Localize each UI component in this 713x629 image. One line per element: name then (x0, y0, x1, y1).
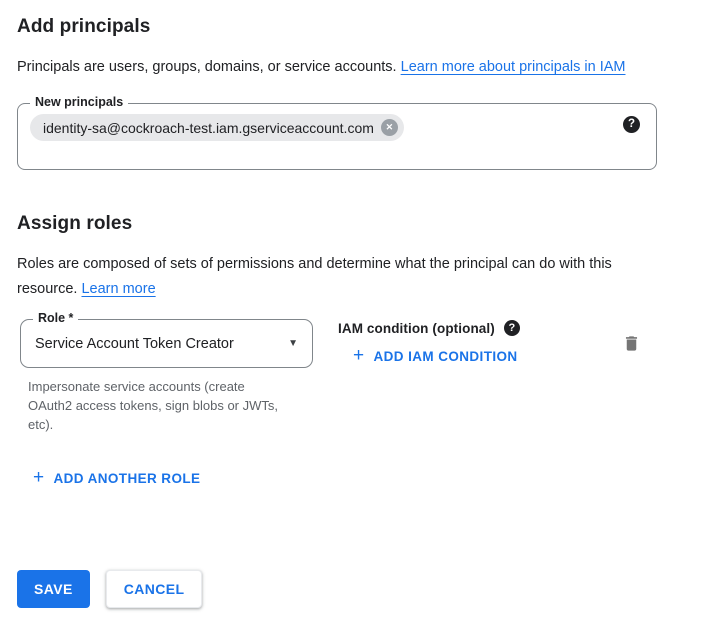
roles-description: Roles are composed of sets of permission… (17, 252, 619, 302)
assign-roles-title: Assign roles (17, 213, 696, 235)
add-iam-condition-button[interactable]: + ADD IAM CONDITION (353, 349, 518, 364)
principals-description: Principals are users, groups, domains, o… (17, 55, 651, 80)
principal-chip-value: identity-sa@cockroach-test.iam.gservicea… (43, 120, 374, 136)
add-iam-condition-label: ADD IAM CONDITION (374, 349, 518, 364)
learn-more-principals-link[interactable]: Learn more about principals in IAM (401, 59, 626, 75)
add-another-role-button[interactable]: + ADD ANOTHER ROLE (33, 471, 200, 486)
role-helper-text: Impersonate service accounts (create OAu… (20, 377, 285, 434)
iam-condition-label: IAM condition (optional) (338, 321, 495, 336)
save-button[interactable]: SAVE (17, 570, 90, 608)
principals-description-text: Principals are users, groups, domains, o… (17, 59, 397, 75)
role-label: Role * (33, 311, 78, 326)
close-icon: ✕ (386, 123, 394, 132)
role-select[interactable]: Role * Service Account Token Creator ▼ (20, 319, 313, 368)
page-title: Add principals (17, 0, 696, 38)
help-icon[interactable]: ? (623, 116, 640, 133)
help-icon[interactable]: ? (504, 320, 520, 336)
cancel-button[interactable]: CANCEL (106, 570, 203, 608)
role-row: Role * Service Account Token Creator ▼ I… (20, 319, 696, 434)
role-selected-value: Service Account Token Creator (35, 336, 288, 352)
new-principals-label: New principals (30, 95, 128, 110)
add-principals-panel: Add principals Principals are users, gro… (0, 0, 713, 629)
trash-icon (622, 333, 641, 354)
delete-role-button[interactable] (622, 333, 641, 354)
remove-principal-button[interactable]: ✕ (381, 119, 398, 136)
iam-condition-column: IAM condition (optional) ? + ADD IAM CON… (338, 319, 520, 367)
role-column: Role * Service Account Token Creator ▼ I… (20, 319, 316, 434)
plus-icon: + (33, 471, 45, 485)
principal-chip[interactable]: identity-sa@cockroach-test.iam.gservicea… (30, 114, 404, 141)
learn-more-roles-link[interactable]: Learn more (81, 281, 155, 297)
action-buttons: SAVE CANCEL (17, 570, 202, 608)
plus-icon: + (353, 349, 365, 363)
add-another-role-label: ADD ANOTHER ROLE (54, 471, 201, 486)
new-principals-field[interactable]: New principals identity-sa@cockroach-tes… (17, 103, 657, 170)
chevron-down-icon: ▼ (288, 339, 298, 349)
iam-condition-label-row: IAM condition (optional) ? (338, 319, 520, 336)
